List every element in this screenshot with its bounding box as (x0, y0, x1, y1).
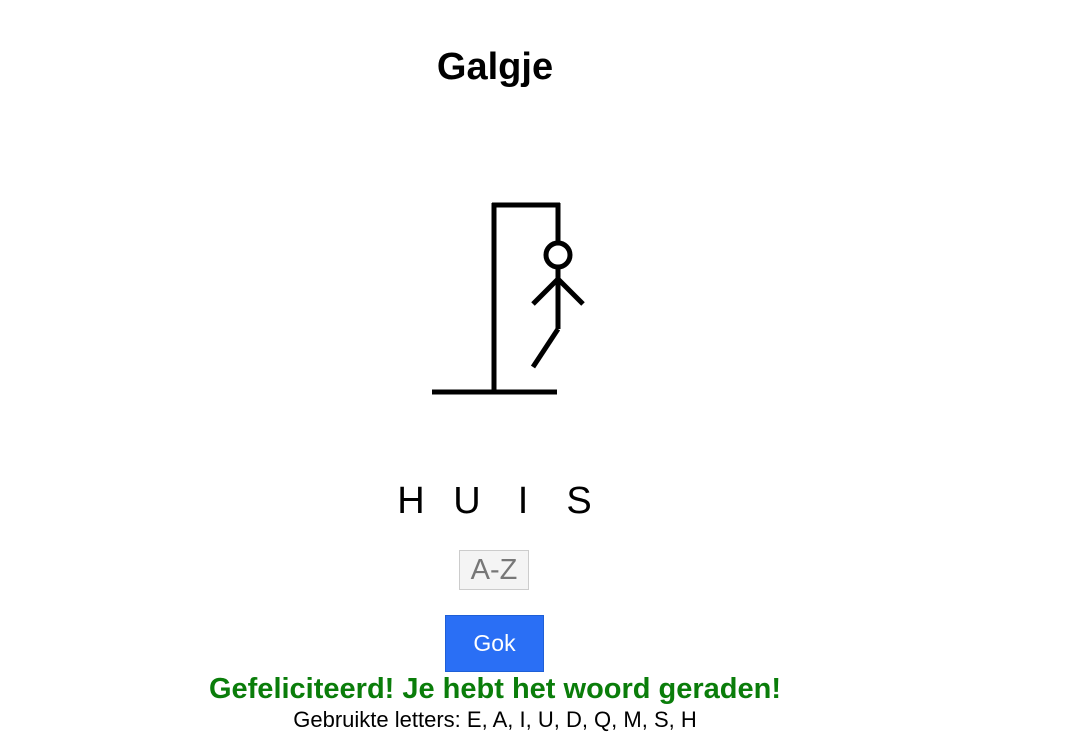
word-display: H U I S (0, 478, 990, 524)
word-letter: H (397, 480, 425, 522)
page-title: Galgje (436, 46, 554, 88)
hangman-page: Galgje H U I S Gok Gefeliciteerd! Je heb… (0, 0, 1083, 756)
hangman-left-leg (530, 327, 561, 369)
word-letter: U (453, 480, 481, 522)
used-letters: Gebruikte letters: E, A, I, U, D, Q, M, … (0, 706, 990, 734)
letter-input[interactable] (459, 550, 529, 590)
guess-button[interactable]: Gok (445, 615, 544, 672)
hangman-right-arm (556, 277, 585, 306)
hangman-head (543, 240, 573, 270)
hangman-left-arm (531, 277, 560, 306)
hangman-drawing (432, 202, 585, 395)
success-message: Gefeliciteerd! Je hebt het woord geraden… (208, 673, 782, 705)
word-letter: S (566, 480, 592, 522)
word-letter: I (517, 480, 529, 522)
used-letters-label: Gebruikte letters: (293, 707, 461, 732)
used-letters-list: E, A, I, U, D, Q, M, S, H (466, 707, 697, 732)
